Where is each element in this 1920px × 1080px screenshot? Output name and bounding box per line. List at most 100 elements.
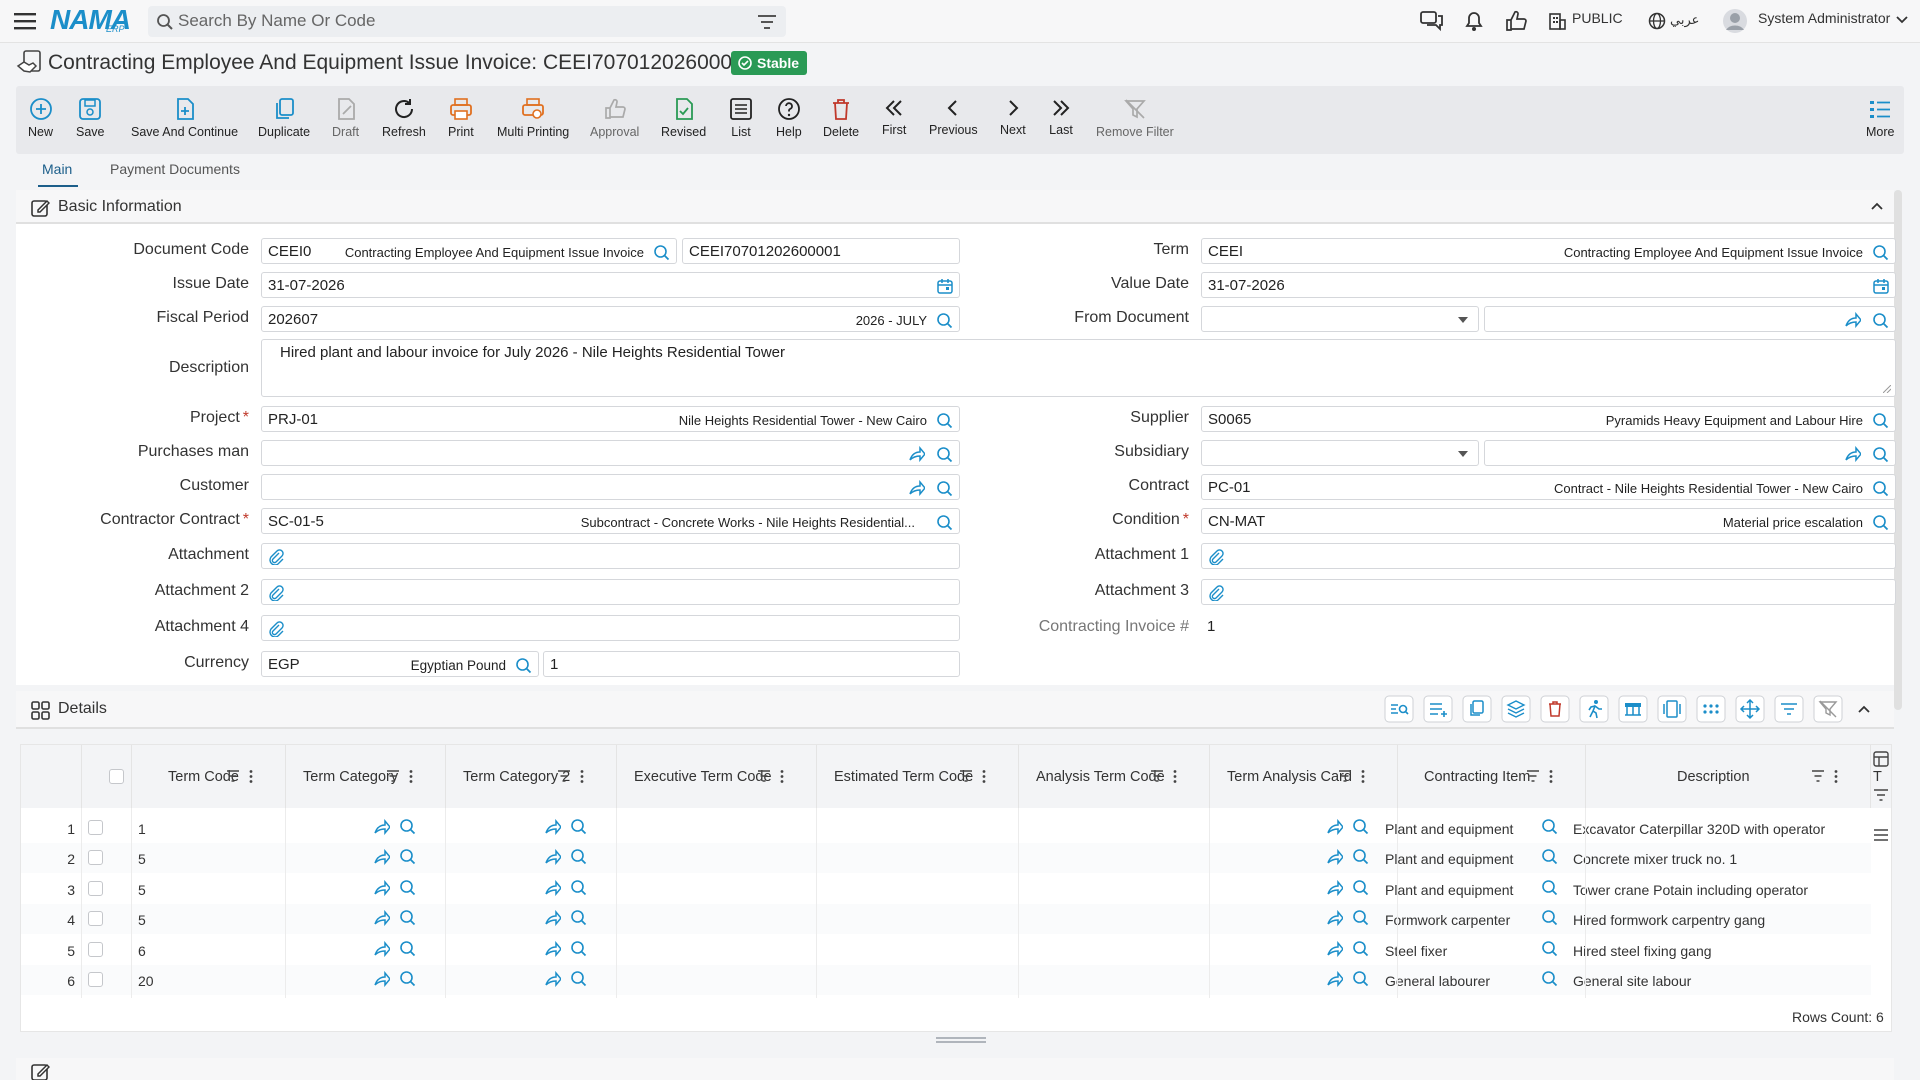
cell-contracting-item[interactable]: Plant and equipment (1385, 882, 1513, 898)
table-row[interactable]: 2 5 Plant and equipment Concrete mixer truc… (21, 843, 1871, 874)
search-lookup-icon[interactable] (1541, 818, 1558, 835)
move-icon[interactable] (1735, 695, 1765, 723)
help-button[interactable]: Help (776, 86, 802, 154)
attachment-1-field[interactable] (1201, 543, 1896, 569)
calendar-icon[interactable] (937, 278, 953, 294)
duplicate-button[interactable]: Duplicate (258, 86, 310, 154)
search-lookup-icon[interactable] (1541, 940, 1558, 957)
description-textarea[interactable]: Hired plant and labour invoice for July … (261, 339, 1896, 397)
draft-button[interactable]: Draft (332, 86, 359, 154)
fiscal-period-field[interactable]: 202607 2026 - JULY (261, 306, 960, 332)
open-link-icon[interactable] (373, 849, 390, 866)
row-checkbox[interactable] (88, 820, 103, 835)
search-lookup-icon[interactable] (1352, 970, 1369, 987)
cell-description[interactable]: General site labour (1573, 973, 1691, 989)
subsidiary-field[interactable] (1484, 440, 1896, 466)
open-link-icon[interactable] (908, 446, 925, 462)
column-filter-menu-icon[interactable] (1527, 770, 1563, 784)
open-link-icon[interactable] (373, 819, 390, 835)
search-lookup-icon[interactable] (653, 244, 670, 261)
search-lookup-icon[interactable] (399, 970, 416, 987)
clear-filter-icon[interactable] (1813, 695, 1843, 723)
column-filter-menu-icon[interactable] (558, 770, 594, 784)
cell-description[interactable]: Concrete mixer truck no. 1 (1573, 851, 1737, 867)
subsidiary-type-select[interactable] (1201, 440, 1479, 466)
cell-contracting-item[interactable]: Plant and equipment (1385, 821, 1513, 837)
paperclip-icon[interactable] (268, 621, 284, 637)
open-link-icon[interactable] (544, 940, 561, 957)
contractor-contract-field[interactable]: SC-01-5 Subcontract - Concrete Works - N… (261, 508, 960, 534)
open-link-icon[interactable] (373, 879, 390, 896)
attachment-2-field[interactable] (261, 579, 960, 605)
cell-term-code[interactable]: 5 (138, 882, 146, 898)
row-checkbox[interactable] (88, 880, 103, 896)
open-link-icon[interactable] (544, 819, 561, 835)
details-header[interactable]: Details (16, 691, 1894, 729)
column-filter-menu-icon[interactable] (1151, 770, 1187, 784)
document-code-field[interactable]: CEEI0 Contracting Employee And Equipment… (261, 238, 677, 264)
search-lookup-icon[interactable] (1352, 848, 1369, 865)
open-link-icon[interactable] (1326, 879, 1343, 896)
find-in-grid-icon[interactable] (1384, 695, 1414, 723)
search-lookup-icon[interactable] (1541, 909, 1558, 926)
open-link-icon[interactable] (1326, 849, 1343, 866)
first-button[interactable]: First (882, 86, 906, 154)
search-lookup-icon[interactable] (399, 818, 416, 835)
search-lookup-icon[interactable] (570, 909, 587, 926)
condition-field[interactable]: CN-MAT Material price escalation (1201, 508, 1896, 534)
grid-menu-icon[interactable] (1873, 828, 1889, 842)
open-link-icon[interactable] (1844, 446, 1861, 462)
tab-main[interactable]: Main (42, 161, 72, 177)
search-lookup-icon[interactable] (399, 879, 416, 896)
column-icon[interactable] (1657, 695, 1687, 723)
chevron-down-icon[interactable] (1896, 16, 1908, 25)
search-lookup-icon[interactable] (399, 909, 416, 926)
table-row[interactable]: 6 20 General labourer General site labour (21, 965, 1871, 995)
cell-description[interactable]: Excavator Caterpillar 320D with operator (1573, 821, 1825, 837)
search-lookup-icon[interactable] (1352, 879, 1369, 896)
chevron-up-icon[interactable] (1871, 202, 1883, 210)
search-lookup-icon[interactable] (1352, 940, 1369, 957)
list-button[interactable]: List (729, 86, 753, 154)
resize-handle-icon[interactable] (1883, 385, 1891, 393)
search-lookup-icon[interactable] (1541, 879, 1558, 896)
customer-field[interactable] (261, 474, 960, 500)
column-filter-menu-icon[interactable] (1339, 770, 1375, 784)
value-date-field[interactable]: 31-07-2026 (1201, 272, 1896, 298)
run-icon[interactable] (1579, 695, 1609, 723)
thumbs-up-icon[interactable] (1505, 10, 1527, 32)
attachment-field[interactable] (261, 543, 960, 569)
notification-bell-icon[interactable] (1463, 10, 1485, 32)
issue-date-field[interactable]: 31-07-2026 (261, 272, 960, 298)
last-button[interactable]: Last (1049, 86, 1073, 154)
column-filter-menu-icon[interactable] (227, 770, 263, 784)
search-input[interactable] (178, 11, 738, 31)
cell-term-code[interactable]: 1 (138, 821, 146, 837)
next-button[interactable]: Next (1000, 86, 1026, 154)
column-filter-menu-icon[interactable] (387, 770, 423, 784)
paperclip-icon[interactable] (1208, 549, 1224, 565)
search-lookup-icon[interactable] (1352, 818, 1369, 835)
insert-rows-icon[interactable] (1423, 695, 1453, 723)
cell-contracting-item[interactable]: Formwork carpenter (1385, 912, 1510, 928)
search-lookup-icon[interactable] (1872, 244, 1889, 261)
search-lookup-icon[interactable] (570, 818, 587, 835)
open-link-icon[interactable] (1844, 312, 1861, 328)
paperclip-icon[interactable] (268, 585, 284, 601)
cell-term-code[interactable]: 5 (138, 851, 146, 867)
chat-icon[interactable] (1420, 10, 1444, 32)
paperclip-icon[interactable] (268, 549, 284, 565)
cell-contracting-item[interactable]: Steel fixer (1385, 943, 1447, 959)
delete-rows-icon[interactable] (1540, 695, 1570, 723)
open-link-icon[interactable] (544, 971, 561, 987)
open-link-icon[interactable] (544, 849, 561, 866)
column-filter-menu-icon[interactable] (758, 770, 794, 784)
copy-rows-icon[interactable] (1462, 695, 1492, 723)
language-switch[interactable]: عربي (1670, 12, 1699, 28)
search-lookup-icon[interactable] (936, 480, 953, 497)
project-field[interactable]: PRJ-01 Nile Heights Residential Tower - … (261, 406, 960, 432)
attachment-3-field[interactable] (1201, 579, 1896, 605)
search-lookup-icon[interactable] (1541, 970, 1558, 987)
save-and-continue-button[interactable]: Save And Continue (131, 86, 238, 154)
search-lookup-icon[interactable] (1872, 312, 1889, 329)
